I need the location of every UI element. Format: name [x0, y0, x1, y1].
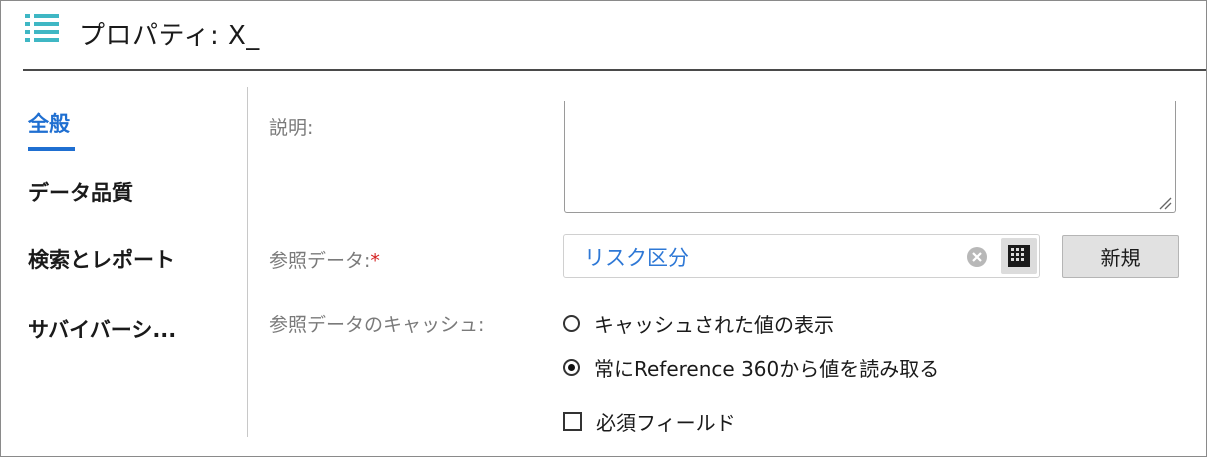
- required-field-checkbox[interactable]: 必須フィールド: [563, 407, 736, 436]
- cache-option-show-cached[interactable]: キャッシュされた値の表示: [563, 309, 834, 338]
- lookup-grid-button[interactable]: [1001, 238, 1037, 274]
- cache-option-always-read[interactable]: 常にReference 360から値を読み取る: [563, 353, 939, 382]
- new-button[interactable]: 新規: [1062, 235, 1179, 278]
- radio-button[interactable]: [563, 315, 580, 332]
- cache-label: 参照データのキャッシュ:: [269, 314, 485, 336]
- clear-icon[interactable]: [966, 246, 988, 268]
- reference-data-value: リスク区分: [584, 246, 689, 270]
- list-icon: [23, 13, 63, 45]
- reference-data-label-text: 参照データ:: [269, 250, 371, 272]
- reference-data-input[interactable]: リスク区分: [563, 234, 1040, 278]
- required-mark: *: [370, 250, 380, 272]
- sidebar-item-data-quality[interactable]: データ品質: [28, 177, 133, 207]
- radio-button-selected[interactable]: [563, 359, 580, 376]
- properties-panel: プロパティ: X_ 全般 データ品質 検索とレポート サバイバーシ... 説明:…: [0, 0, 1207, 457]
- panel-title: プロパティ: X_: [79, 21, 260, 51]
- sidebar-item-survivorship[interactable]: サバイバーシ...: [28, 314, 176, 344]
- cache-option-label: 常にReference 360から値を読み取る: [594, 357, 940, 381]
- panel-header: プロパティ: X_: [23, 1, 1206, 71]
- description-textarea[interactable]: [564, 101, 1176, 213]
- grid-icon: [1008, 245, 1030, 267]
- checkbox[interactable]: [563, 412, 582, 431]
- cache-option-label: キャッシュされた値の表示: [594, 313, 834, 337]
- active-tab-indicator: [28, 147, 75, 151]
- sidebar-item-general[interactable]: 全般: [28, 108, 70, 138]
- reference-data-label: 参照データ:*: [269, 246, 380, 273]
- description-label: 説明:: [269, 117, 314, 139]
- required-field-label: 必須フィールド: [596, 411, 736, 435]
- resize-grip-icon[interactable]: [1158, 195, 1172, 210]
- sidebar-item-search-reports[interactable]: 検索とレポート: [28, 244, 175, 274]
